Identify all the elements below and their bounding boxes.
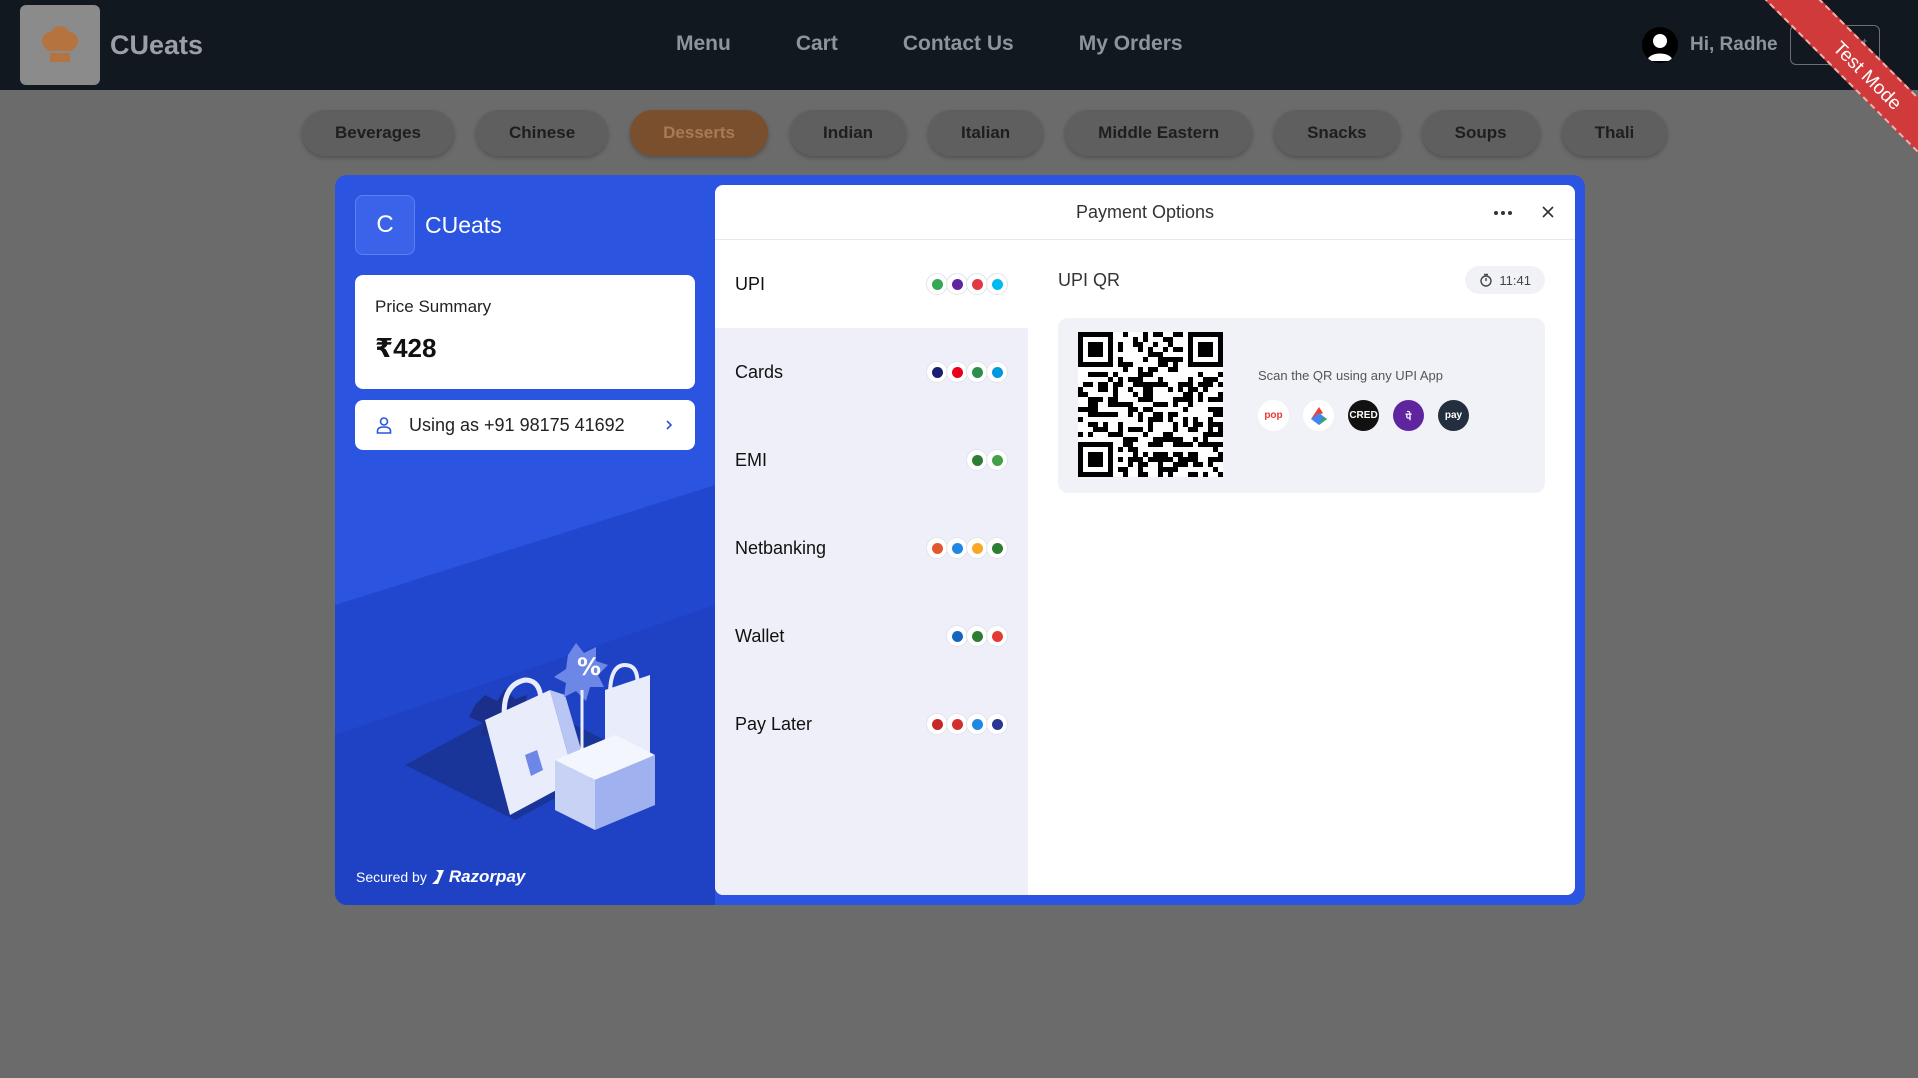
price-total: ₹428 [375,333,437,363]
provider-icon [966,713,988,735]
brand-name[interactable]: CUeats [110,30,203,61]
pop-app-icon: pop [1258,400,1289,431]
google-pay-icon [1303,400,1334,431]
merchant-logo: C [355,195,415,255]
provider-icon [986,537,1008,559]
payment-options-pane: Payment Options UPI Cards EMI Netbanking [715,185,1575,895]
provider-icon [946,537,968,559]
greeting-text: Hi, Radhe [1690,34,1778,55]
merchant-name: CUeats [425,212,502,238]
price-summary-card[interactable]: Price Summary ₹428 [355,275,695,389]
contact-number-text: Using as +91 98175 41692 [409,414,625,435]
provider-icon [926,537,948,559]
razorpay-logo-icon [431,870,444,884]
provider-icon [926,273,948,295]
method-pay-later[interactable]: Pay Later [715,680,1028,768]
upi-app-icons [926,273,1008,295]
user-icon [376,417,392,434]
price-summary-label: Price Summary [375,297,492,316]
phonepe-app-icon: पे [1393,400,1424,431]
provider-icon [926,361,948,383]
nav-cart[interactable]: Cart [796,32,838,56]
nav-contact-us[interactable]: Contact Us [903,32,1014,56]
provider-icon [966,273,988,295]
contact-details-button[interactable]: Using as +91 98175 41692 [355,400,695,450]
main-nav: Menu Cart Contact Us My Orders [676,32,1183,56]
bank-icons [926,537,1008,559]
provider-icon [986,273,1008,295]
stopwatch-icon [1480,273,1493,287]
qr-timer: 11:41 [1465,266,1545,294]
method-emi[interactable]: EMI [715,416,1028,504]
chevron-right-icon [666,420,673,430]
nav-my-orders[interactable]: My Orders [1079,32,1183,56]
provider-icon [966,625,988,647]
close-icon[interactable] [1537,201,1559,223]
user-avatar-icon [1642,27,1678,63]
category-snacks[interactable]: Snacks [1274,110,1400,156]
amazon-pay-icon: pay [1438,400,1469,431]
shopping-bags-illustration: % [405,643,655,830]
provider-icon [946,273,968,295]
provider-icon [966,537,988,559]
emi-provider-icons [966,449,1008,471]
qr-hint-text: Scan the QR using any UPI App [1258,368,1443,383]
category-desserts[interactable]: Desserts [630,110,768,156]
cred-app-icon: CRED [1348,400,1379,431]
provider-icon [946,625,968,647]
chef-hat-icon [42,26,78,62]
category-thali[interactable]: Thali [1561,110,1668,156]
logout-button[interactable]: ut [1790,25,1880,65]
nav-menu[interactable]: Menu [676,32,731,56]
method-netbanking[interactable]: Netbanking [715,504,1028,592]
qr-card: Scan the QR using any UPI App pop CRED प… [1058,318,1545,493]
method-wallet[interactable]: Wallet [715,592,1028,680]
pay-later-icons [926,713,1008,735]
provider-icon [986,361,1008,383]
upi-qr-section: UPI QR 11:41 Scan the QR using any UPI A… [1058,240,1545,493]
checkout-summary-pane: % C CUeats Price Summary ₹428 Using as +… [335,175,715,905]
category-beverages[interactable]: Beverages [302,110,455,156]
category-middle-eastern[interactable]: Middle Eastern [1065,110,1253,156]
payment-options-title: Payment Options [1075,201,1215,222]
provider-icon [946,713,968,735]
timer-text: 11:41 [1499,272,1531,288]
user-greeting: Hi, Radhe [1642,27,1778,63]
svg-text:%: % [577,653,601,681]
method-cards[interactable]: Cards [715,328,1028,416]
method-upi[interactable]: UPI [715,240,1028,328]
provider-icon [926,713,948,735]
payment-options-header: Payment Options [715,185,1575,240]
secured-by-text: Secured by [356,869,427,885]
provider-icon [986,625,1008,647]
wallet-icons [946,625,1008,647]
upi-qr-title: UPI QR [1058,269,1121,290]
payment-methods-list: UPI Cards EMI Netbanking Wallet Pay Late… [715,240,1028,895]
top-navbar: CUeats Menu Cart Contact Us My Orders Hi… [0,0,1918,190]
upi-qr-code[interactable] [1078,332,1223,477]
provider-icon [966,361,988,383]
brand-logo[interactable] [20,5,100,85]
card-network-icons [926,361,1008,383]
provider-icon [966,449,988,471]
more-options-icon[interactable] [1491,203,1515,223]
provider-icon [986,449,1008,471]
razorpay-name: Razorpay [448,867,526,886]
provider-icon [946,361,968,383]
provider-icon [986,713,1008,735]
checkout-modal: % C CUeats Price Summary ₹428 Using as +… [335,175,1585,905]
category-soups[interactable]: Soups [1421,110,1540,156]
category-chinese[interactable]: Chinese [476,110,609,156]
category-tabs: Beverages Chinese Desserts Indian Italia… [302,110,1668,156]
category-indian[interactable]: Indian [789,110,907,156]
secured-by-footer: Secured by Razorpay [356,867,525,887]
upi-app-list: pop CRED पे pay [1258,400,1469,431]
category-italian[interactable]: Italian [928,110,1044,156]
